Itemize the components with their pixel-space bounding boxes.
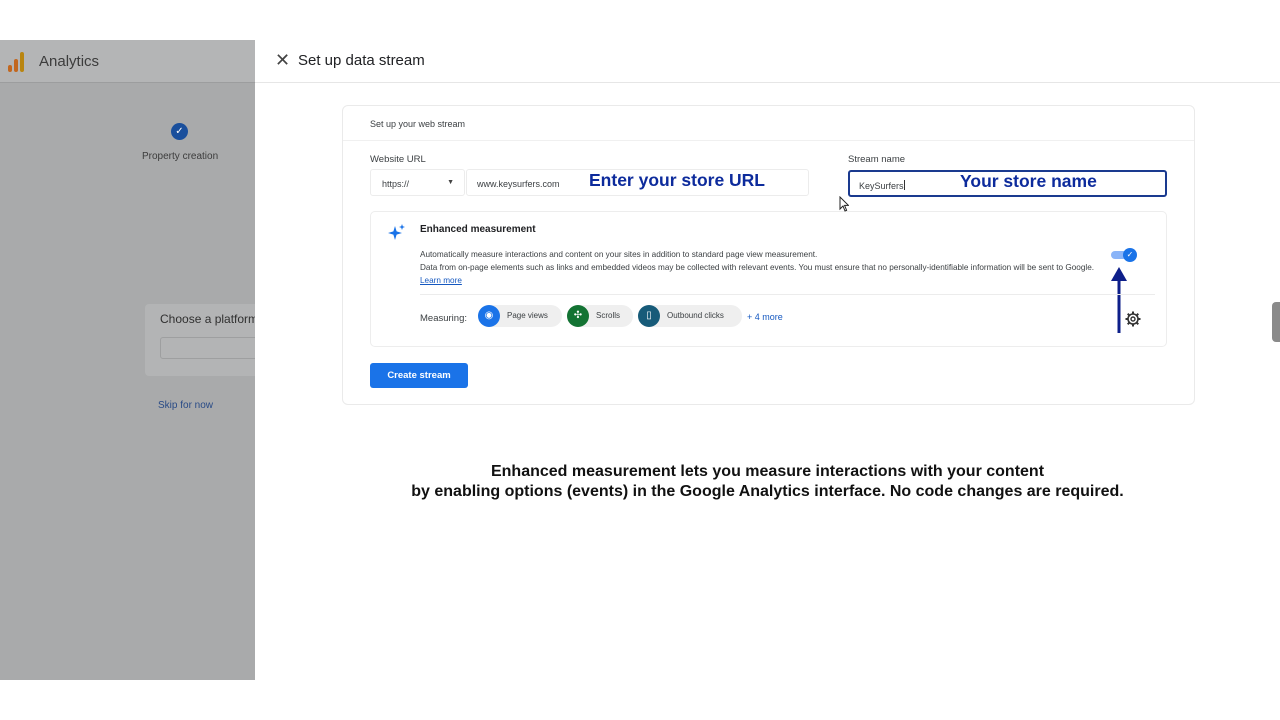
chip-label: Page views [507, 311, 548, 320]
description-line-1: Automatically measure interactions and c… [420, 250, 818, 259]
learn-more-link[interactable]: Learn more [420, 276, 462, 285]
divider [420, 294, 1155, 295]
scrollbar-handle[interactable] [1272, 302, 1280, 342]
chip-scrolls[interactable]: ✣ Scrolls [567, 305, 633, 327]
skip-link: Skip for now [158, 400, 214, 411]
chip-page-views[interactable]: ◉ Page views [478, 305, 562, 327]
chevron-down-icon: ▼ [447, 179, 454, 186]
app-header: Analytics [0, 40, 255, 83]
caption-line-2: by enabling options (events) in the Goog… [411, 483, 1124, 500]
enhanced-measurement-description: Automatically measure interactions and c… [420, 248, 1110, 287]
drawer-header: ✕ Set up data stream [255, 40, 1280, 83]
chip-outbound-clicks[interactable]: ▯ Outbound clicks [638, 305, 742, 327]
protocol-select[interactable]: https:// ▼ [370, 169, 465, 196]
step-complete-icon: ✓ [171, 123, 188, 140]
drawer-title: Set up data stream [298, 52, 425, 69]
text-caret [903, 180, 905, 190]
eye-icon: ◉ [478, 305, 500, 327]
enhanced-measurement-toggle[interactable]: ✓ [1111, 248, 1137, 262]
platform-card: Choose a platform [145, 304, 255, 376]
platform-label: Choose a platform [160, 312, 255, 326]
create-stream-button[interactable]: Create stream [370, 363, 468, 388]
caption-line-1: Enhanced measurement lets you measure in… [490, 463, 1045, 480]
web-stream-card: Set up your web stream Website URL https… [342, 105, 1195, 405]
platform-field [160, 337, 255, 359]
enhanced-measurement-panel: Enhanced measurement Automatically measu… [370, 211, 1167, 347]
check-icon: ✓ [1123, 248, 1137, 262]
setup-drawer: ✕ Set up data stream Set up your web str… [255, 40, 1280, 680]
enhanced-measurement-title: Enhanced measurement [420, 224, 536, 235]
chip-label: Outbound clicks [667, 311, 724, 320]
url-value: www.keysurfers.com [477, 179, 560, 189]
analytics-logo-icon [8, 52, 28, 72]
crosshair-icon: ✣ [567, 305, 589, 327]
website-url-label: Website URL [370, 154, 426, 165]
mouse-icon: ▯ [638, 305, 660, 327]
card-heading: Set up your web stream [370, 119, 466, 129]
divider [343, 140, 1194, 141]
screen: Analytics ✓ Property creation Choose a p… [0, 0, 1280, 720]
stream-name-label: Stream name [848, 154, 906, 165]
sparkle-icon [388, 224, 405, 240]
url-callout-annotation: Enter your store URL [589, 170, 765, 190]
app-title: Analytics [39, 53, 100, 70]
gear-icon[interactable] [1125, 311, 1141, 327]
background-app: Analytics ✓ Property creation Choose a p… [0, 40, 255, 680]
close-icon[interactable]: ✕ [275, 51, 290, 69]
more-events-link[interactable]: + 4 more [747, 312, 783, 322]
measuring-label: Measuring: [420, 313, 467, 324]
step-label: Property creation [142, 151, 219, 162]
description-line-2: Data from on-page elements such as links… [420, 263, 1095, 272]
stream-name-value: KeySurfers [859, 181, 904, 191]
chip-label: Scrolls [596, 311, 621, 320]
protocol-value: https:// [382, 179, 410, 189]
name-callout-annotation: Your store name [960, 171, 1097, 191]
mouse-cursor-icon [839, 196, 849, 212]
caption-annotation: Enhanced measurement lets you measure in… [255, 462, 1280, 502]
